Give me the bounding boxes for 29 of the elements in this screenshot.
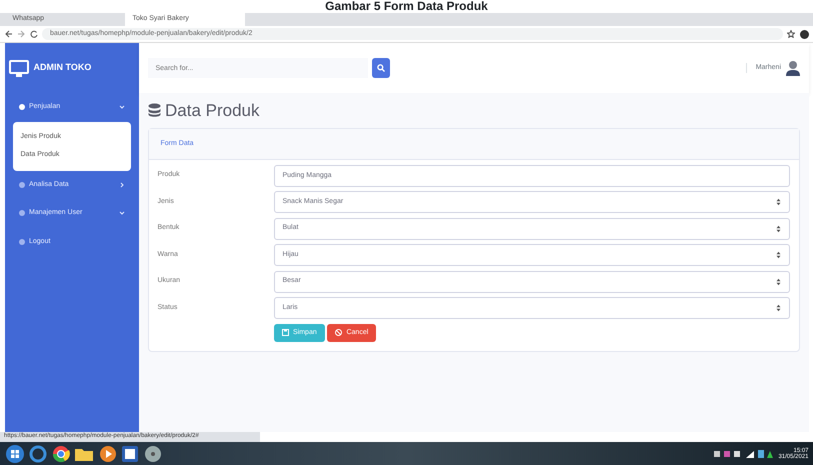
cancel-circle-icon bbox=[334, 329, 342, 336]
profile-icon[interactable] bbox=[800, 30, 808, 38]
sort-arrows-icon bbox=[776, 251, 780, 259]
avatar-icon[interactable] bbox=[786, 60, 800, 76]
start-icon[interactable] bbox=[4, 444, 24, 464]
chrome-icon[interactable] bbox=[52, 444, 70, 462]
star-icon[interactable] bbox=[787, 30, 795, 38]
floppy-icon bbox=[282, 329, 288, 336]
sort-arrows-icon bbox=[776, 304, 780, 312]
dot-icon bbox=[18, 104, 24, 110]
brand-name: ADMIN TOKO bbox=[34, 61, 92, 74]
bullet-icon bbox=[18, 238, 24, 245]
disk-icon[interactable] bbox=[144, 444, 162, 462]
bullet-icon bbox=[18, 210, 24, 216]
page-title: Data Produk bbox=[165, 100, 260, 122]
monitor-icon bbox=[9, 60, 29, 76]
search-icon bbox=[377, 64, 385, 72]
media-player-icon[interactable] bbox=[98, 444, 116, 462]
sort-arrows-icon bbox=[776, 224, 780, 232]
back-icon[interactable] bbox=[4, 30, 12, 38]
figure-caption: Gambar 5 Form Data Produk bbox=[325, 0, 488, 13]
document-icon[interactable] bbox=[121, 444, 139, 462]
database-icon bbox=[148, 103, 160, 118]
browser-icon[interactable] bbox=[29, 444, 47, 462]
sort-arrows-icon bbox=[776, 278, 780, 286]
search-button[interactable] bbox=[372, 58, 390, 78]
reload-icon[interactable] bbox=[30, 30, 38, 38]
bullet-icon bbox=[18, 182, 24, 188]
sort-arrows-icon bbox=[776, 198, 780, 206]
